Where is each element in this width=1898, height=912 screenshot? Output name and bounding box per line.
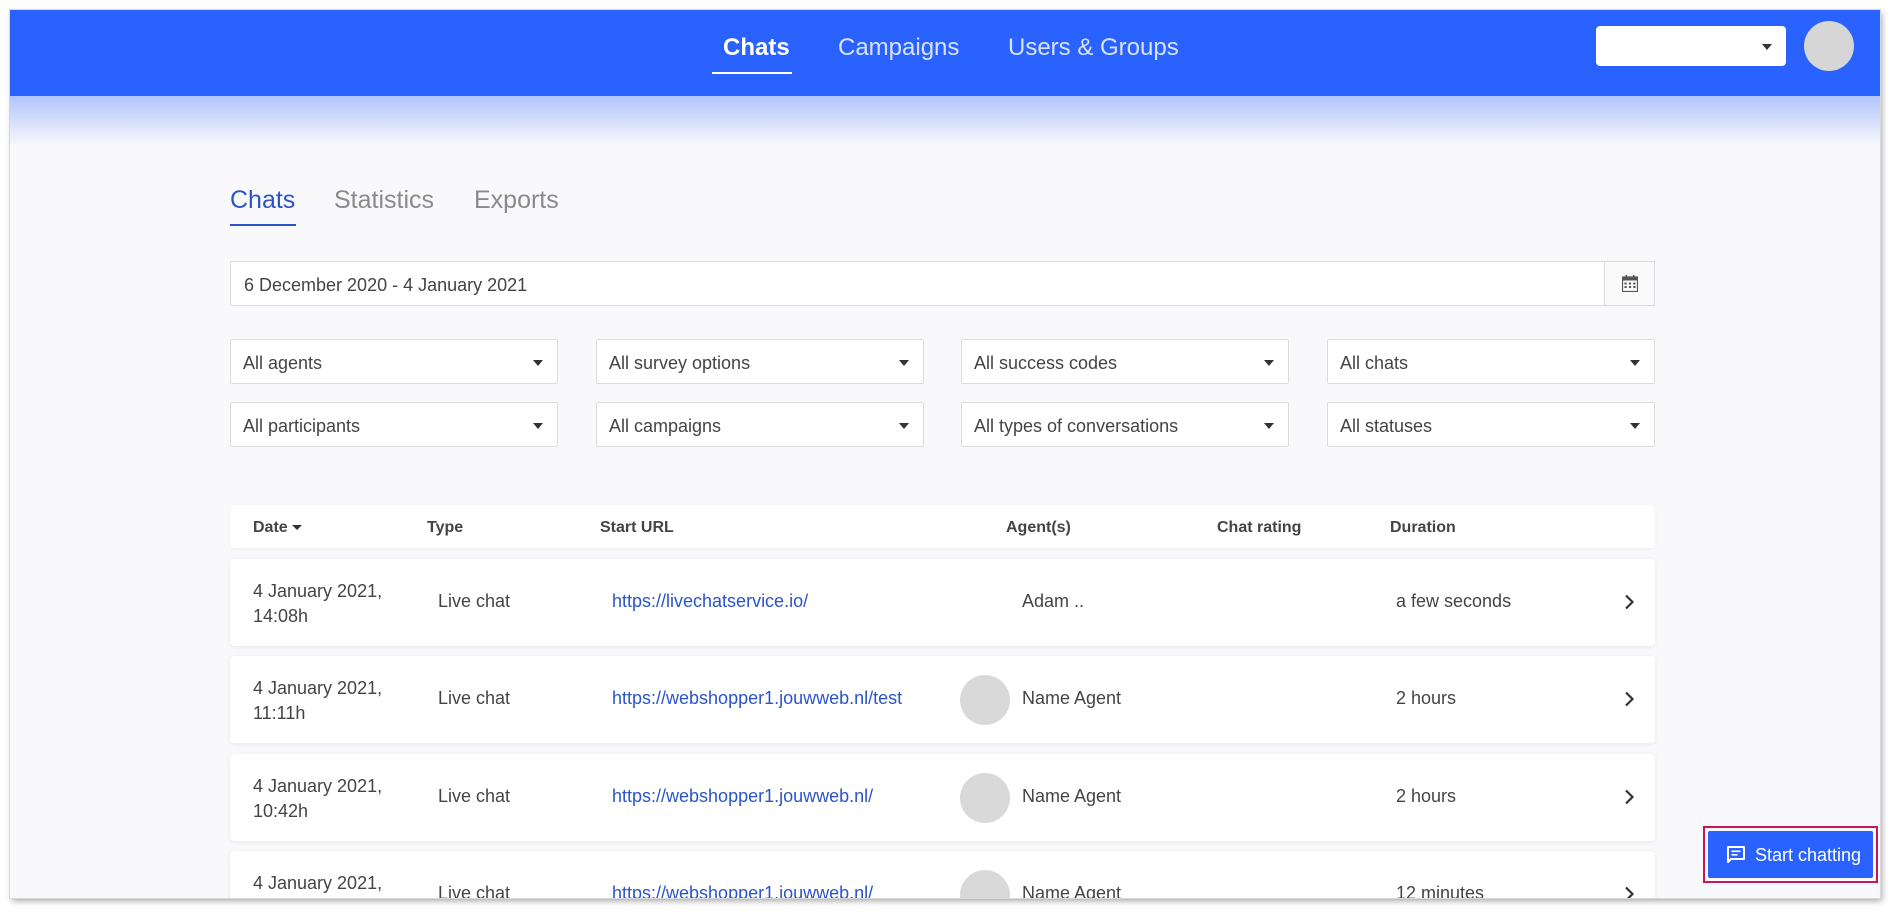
chevron-right-icon[interactable] xyxy=(1623,789,1635,805)
filter-statuses[interactable]: All statuses xyxy=(1327,402,1655,447)
row-date: 4 January 2021, 11:11h xyxy=(253,678,383,723)
row-duration: 2 hours xyxy=(1396,786,1457,806)
row-type: Live chat xyxy=(438,688,511,708)
filter-label: All types of conversations xyxy=(974,416,1179,436)
row-type: Live chat xyxy=(438,591,511,611)
account-select[interactable] xyxy=(1596,26,1786,66)
column-header-chat-rating[interactable]: Chat rating xyxy=(1217,519,1301,537)
column-header-agents[interactable]: Agent(s) xyxy=(1006,519,1071,537)
row-agent: Name Agent xyxy=(1022,786,1122,806)
filter-label: All statuses xyxy=(1340,416,1433,436)
chevron-right-icon[interactable] xyxy=(1623,594,1635,610)
caret-down-icon xyxy=(899,423,909,429)
chevron-right-icon[interactable] xyxy=(1623,886,1635,898)
filter-participants[interactable]: All participants xyxy=(230,402,558,447)
date-range-value: 6 December 2020 - 4 January 2021 xyxy=(244,275,528,295)
row-date: 4 January 2021, 14:08h xyxy=(253,581,383,626)
app-window: Chats Campaigns Users & Groups Chats Sta… xyxy=(10,10,1880,898)
column-header-start-url[interactable]: Start URL xyxy=(600,519,674,537)
caret-down-icon xyxy=(1630,360,1640,366)
caret-down-icon xyxy=(1264,423,1274,429)
filter-label: All survey options xyxy=(609,353,751,373)
caret-down-icon xyxy=(1630,423,1640,429)
topnav-users-groups[interactable]: Users & Groups xyxy=(1008,34,1179,62)
filter-success-codes[interactable]: All success codes xyxy=(961,339,1289,384)
column-header-label: Date xyxy=(253,519,288,536)
topnav-chats[interactable]: Chats xyxy=(723,34,790,62)
topnav-campaigns[interactable]: Campaigns xyxy=(838,34,959,62)
table-row[interactable]: 4 January 2021, 10:42h Live chat https:/… xyxy=(230,754,1655,841)
filter-agents[interactable]: All agents xyxy=(230,339,558,384)
row-agent: Adam .. xyxy=(1022,591,1085,611)
caret-down-icon xyxy=(1264,360,1274,366)
row-start-url-link[interactable]: https://webshopper1.jouwweb.nl/ xyxy=(612,883,873,898)
sort-caret-icon xyxy=(291,525,302,531)
row-type: Live chat xyxy=(438,883,511,898)
user-avatar[interactable] xyxy=(1804,21,1854,71)
caret-down-icon xyxy=(533,360,543,366)
topnav-active-underline xyxy=(712,72,792,74)
row-start-url-link[interactable]: https://webshopper1.jouwweb.nl/test xyxy=(612,688,902,709)
chevron-right-icon[interactable] xyxy=(1623,691,1635,707)
column-header-type[interactable]: Type xyxy=(427,519,463,537)
calendar-icon xyxy=(1622,275,1638,292)
topbar-shadow xyxy=(10,96,1880,146)
top-navigation-bar: Chats Campaigns Users & Groups xyxy=(10,10,1880,96)
caret-down-icon xyxy=(533,423,543,429)
filter-survey-options[interactable]: All survey options xyxy=(596,339,924,384)
start-chatting-button[interactable]: Start chatting xyxy=(1708,831,1873,878)
row-date: 4 January 2021, 10:1.. xyxy=(253,873,383,893)
filter-chats[interactable]: All chats xyxy=(1327,339,1655,384)
row-duration: 12 minutes xyxy=(1396,883,1485,898)
calendar-button[interactable] xyxy=(1605,261,1655,306)
filter-label: All success codes xyxy=(974,353,1118,373)
filter-label: All chats xyxy=(1340,353,1409,373)
row-start-url-link[interactable]: https://livechatservice.io/ xyxy=(612,591,808,612)
chat-bubble-icon xyxy=(1727,846,1745,863)
tab-chats[interactable]: Chats xyxy=(230,186,295,215)
agent-avatar xyxy=(960,870,1010,898)
row-start-url-link[interactable]: https://webshopper1.jouwweb.nl/ xyxy=(612,786,873,807)
filter-conversation-types[interactable]: All types of conversations xyxy=(961,402,1289,447)
start-chatting-label: Start chatting xyxy=(1755,845,1862,865)
caret-down-icon xyxy=(1762,44,1772,50)
filter-label: All campaigns xyxy=(609,416,722,436)
agent-avatar xyxy=(960,675,1010,725)
tab-active-underline xyxy=(230,224,296,226)
column-header-duration[interactable]: Duration xyxy=(1390,519,1456,537)
agent-avatar xyxy=(960,773,1010,823)
tab-statistics[interactable]: Statistics xyxy=(334,186,434,215)
row-agent: Name Agent xyxy=(1022,883,1122,898)
filter-campaigns[interactable]: All campaigns xyxy=(596,402,924,447)
column-header-date[interactable]: Date xyxy=(253,519,302,537)
row-duration: 2 hours xyxy=(1396,688,1457,708)
table-row[interactable]: 4 January 2021, 10:1.. Live chat https:/… xyxy=(230,851,1655,898)
row-type: Live chat xyxy=(438,786,511,806)
row-duration: a few seconds xyxy=(1396,591,1512,611)
filter-label: All agents xyxy=(243,353,323,373)
row-agent: Name Agent xyxy=(1022,688,1122,708)
date-range-input[interactable]: 6 December 2020 - 4 January 2021 xyxy=(230,261,1605,306)
table-row[interactable]: 4 January 2021, 11:11h Live chat https:/… xyxy=(230,656,1655,743)
row-date: 4 January 2021, 10:42h xyxy=(253,776,383,821)
table-header: Date Type Start URL Agent(s) Chat rating… xyxy=(230,505,1655,548)
table-row[interactable]: 4 January 2021, 14:08h Live chat https:/… xyxy=(230,559,1655,646)
caret-down-icon xyxy=(899,360,909,366)
tab-exports[interactable]: Exports xyxy=(474,186,559,215)
filter-label: All participants xyxy=(243,416,361,436)
